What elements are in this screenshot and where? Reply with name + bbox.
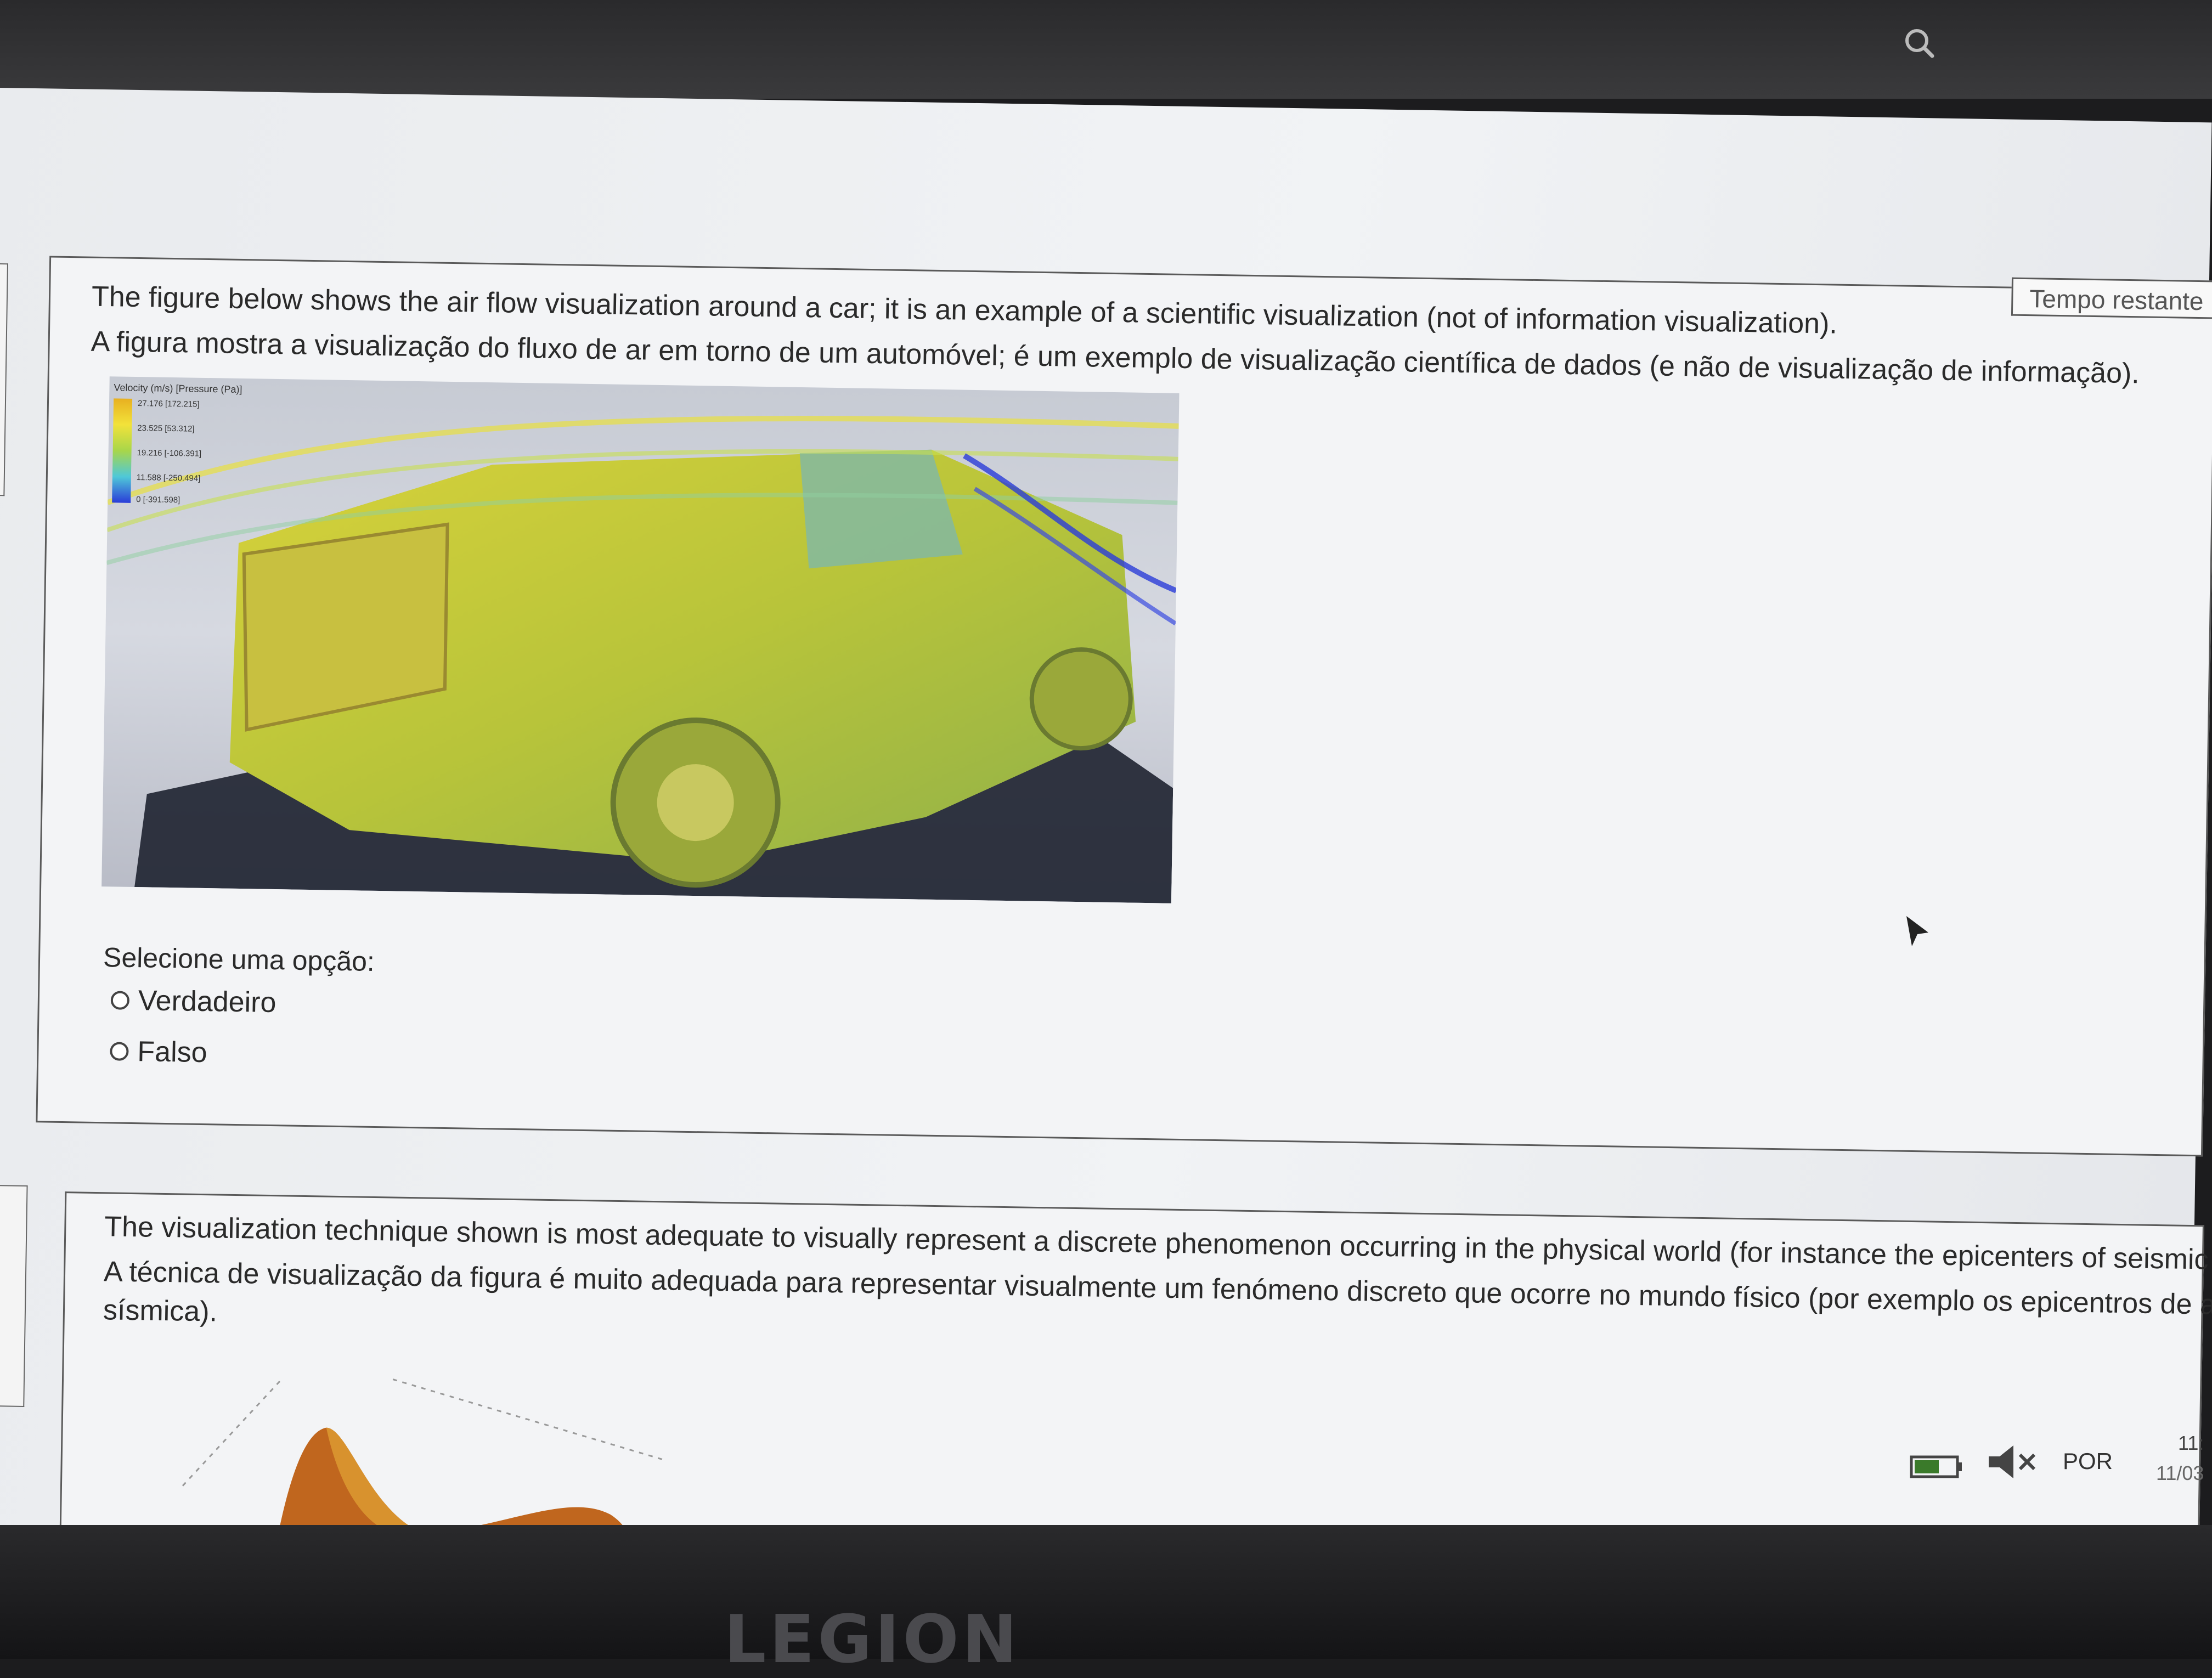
cursor-icon (1906, 916, 1928, 946)
legend-label: 27.176 [172.215] (137, 399, 200, 409)
bottom-bezel (0, 1525, 2212, 1659)
select-option-prompt: Selecione uma opção: (103, 942, 375, 977)
volume-muted-icon[interactable] (1986, 1443, 2041, 1481)
legend-colorbar (112, 398, 133, 503)
radio-button[interactable] (110, 1042, 129, 1061)
car-airflow-image (106, 415, 1179, 903)
top-bezel (0, 0, 2212, 99)
clock-date[interactable]: 11/03 (2156, 1462, 2204, 1485)
brand-logo: LEGION (724, 1602, 1021, 1678)
screen: Tempo restante The figure below shows th… (0, 88, 2212, 1609)
question-nav-tab[interactable] (0, 263, 8, 496)
option-false[interactable]: Falso (110, 1035, 207, 1069)
legend-title: Velocity (m/s) [Pressure (Pa)] (114, 382, 242, 396)
question-nav-tab[interactable] (0, 1184, 28, 1407)
question-card-1: Tempo restante The figure below shows th… (36, 256, 2212, 1157)
search-icon[interactable] (1898, 22, 1942, 66)
legend-label: 11.588 [-250.494] (136, 472, 201, 483)
option-label[interactable]: Verdadeiro (138, 984, 276, 1019)
airflow-figure: Velocity (m/s) [Pressure (Pa)] 27.176 [1… (101, 376, 1180, 903)
language-indicator[interactable]: POR (2063, 1448, 2113, 1474)
legend-label: 19.216 [-106.391] (137, 448, 202, 459)
option-label[interactable]: Falso (137, 1035, 207, 1069)
legend-label: 0 [-391.598] (136, 494, 180, 505)
option-true[interactable]: Verdadeiro (110, 984, 276, 1019)
clock-time[interactable]: 11: (2178, 1432, 2204, 1455)
question-text-pt-continued: sísmica). (103, 1294, 218, 1328)
radio-button[interactable] (110, 991, 130, 1010)
battery-icon[interactable] (1909, 1453, 1964, 1480)
time-remaining-label: Tempo restante (2011, 277, 2212, 319)
legend-label: 23.525 [53.312] (137, 423, 195, 434)
